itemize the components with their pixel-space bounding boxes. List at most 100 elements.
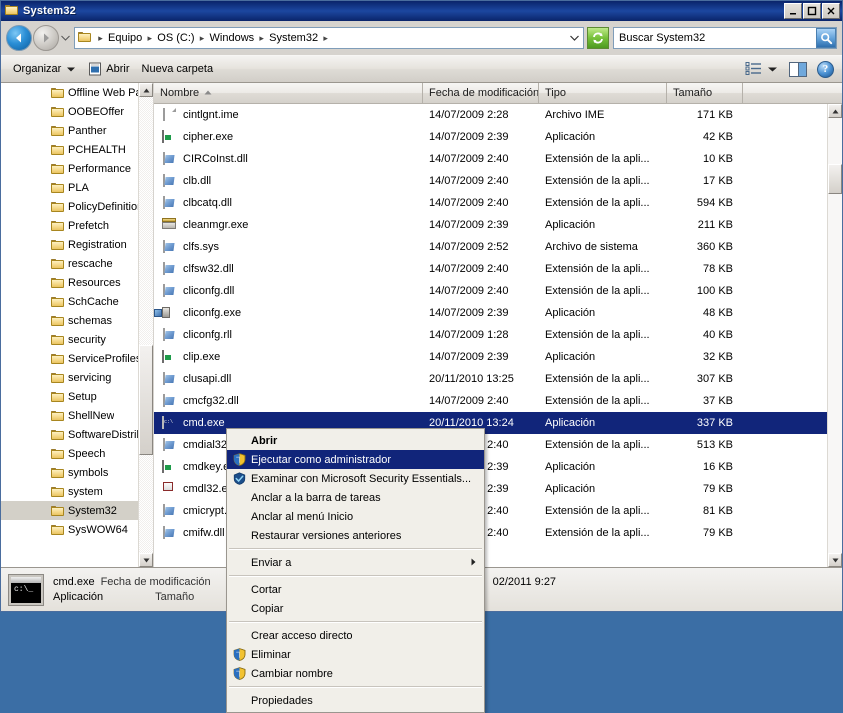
menu-item-anclar-al-men-inicio[interactable]: Anclar al menú Inicio: [227, 507, 484, 526]
dll-icon: [162, 328, 177, 343]
close-button[interactable]: [822, 3, 840, 19]
tree-item-oobeoffer[interactable]: OOBEOffer: [1, 102, 139, 121]
open-button[interactable]: Abrir: [81, 59, 135, 80]
table-row[interactable]: cliconfg.exe14/07/2009 2:39Aplicación48 …: [154, 302, 828, 324]
menu-item-restaurar-versiones-anteriores[interactable]: Restaurar versiones anteriores: [227, 526, 484, 545]
cell-date: 14/07/2009 2:39: [423, 131, 539, 143]
column-header-type[interactable]: Tipo: [539, 83, 667, 103]
tree-item-offline-web-pa[interactable]: Offline Web Pa: [1, 83, 139, 102]
menu-item-eliminar[interactable]: Eliminar: [227, 645, 484, 664]
tree-scrollbar[interactable]: [138, 83, 153, 567]
refresh-button[interactable]: [587, 27, 609, 49]
column-header-name[interactable]: Nombre: [154, 83, 423, 103]
tree-item-registration[interactable]: Registration: [1, 235, 139, 254]
table-row[interactable]: cliconfg.rll14/07/2009 1:28Extensión de …: [154, 324, 828, 346]
dll-icon: [162, 262, 177, 277]
cell-type: Aplicación: [539, 219, 667, 231]
menu-item-copiar[interactable]: Copiar: [227, 599, 484, 618]
column-header-date[interactable]: Fecha de modificación: [423, 83, 539, 103]
tree-item-security[interactable]: security: [1, 330, 139, 349]
tree-item-prefetch[interactable]: Prefetch: [1, 216, 139, 235]
address-bar[interactable]: ▸ Equipo ▸ OS (C:) ▸ Windows ▸ System32 …: [74, 27, 584, 49]
list-scrollbar[interactable]: [827, 104, 842, 567]
list-scroll-up-icon[interactable]: [828, 104, 842, 118]
preview-pane-icon[interactable]: [789, 62, 807, 77]
menu-item-examinar-con-microsoft-security-essentials[interactable]: Examinar con Microsoft Security Essentia…: [227, 469, 484, 488]
column-header-size[interactable]: Tamaño: [667, 83, 743, 103]
search-icon[interactable]: [816, 28, 836, 48]
tree-item-softwaredistrib[interactable]: SoftwareDistrib: [1, 425, 139, 444]
context-menu[interactable]: Abrir Ejecutar como administradorExaminar…: [226, 428, 485, 713]
help-icon[interactable]: ?: [817, 61, 834, 78]
table-row[interactable]: cliconfg.dll14/07/2009 2:40Extensión de …: [154, 280, 828, 302]
tree-item-setup[interactable]: Setup: [1, 387, 139, 406]
tree-item-servicing[interactable]: servicing: [1, 368, 139, 387]
table-row[interactable]: clusapi.dll20/11/2010 13:25Extensión de …: [154, 368, 828, 390]
tree-scroll-up-icon[interactable]: [139, 83, 153, 97]
tree-item-resources[interactable]: Resources: [1, 273, 139, 292]
table-row[interactable]: cmcfg32.dll14/07/2009 2:40Extensión de l…: [154, 390, 828, 412]
menu-item-crear-acceso-directo[interactable]: Crear acceso directo: [227, 626, 484, 645]
tree-item-speech[interactable]: Speech: [1, 444, 139, 463]
tree-item-policydefinition[interactable]: PolicyDefinition: [1, 197, 139, 216]
tree-item-rescache[interactable]: rescache: [1, 254, 139, 273]
list-scroll-down-icon[interactable]: [828, 553, 842, 567]
table-row[interactable]: clb.dll14/07/2009 2:40Extensión de la ap…: [154, 170, 828, 192]
tree-item-system32[interactable]: System32: [1, 501, 139, 520]
tree-item-label: PCHEALTH: [68, 144, 126, 156]
maximize-button[interactable]: [803, 3, 821, 19]
view-dropdown-icon[interactable]: [765, 67, 779, 72]
breadcrumb-separator: ▸: [320, 33, 331, 44]
menu-item-propiedades[interactable]: Propiedades: [227, 691, 484, 710]
table-row[interactable]: CIRCoInst.dll14/07/2009 2:40Extensión de…: [154, 148, 828, 170]
menu-item-anclar-a-la-barra-de-tareas[interactable]: Anclar a la barra de tareas: [227, 488, 484, 507]
tree-item-serviceprofiles[interactable]: ServiceProfiles: [1, 349, 139, 368]
cell-name: cintlgnt.ime: [154, 108, 423, 123]
minimize-button[interactable]: [784, 3, 802, 19]
list-scroll-thumb[interactable]: [828, 164, 842, 194]
table-row[interactable]: clfs.sys14/07/2009 2:52Archivo de sistem…: [154, 236, 828, 258]
tree-item-pchealth[interactable]: PCHEALTH: [1, 140, 139, 159]
table-row[interactable]: cleanmgr.exe14/07/2009 2:39Aplicación211…: [154, 214, 828, 236]
address-dropdown-icon[interactable]: [567, 33, 581, 43]
table-row[interactable]: clfsw32.dll14/07/2009 2:40Extensión de l…: [154, 258, 828, 280]
tree-item-syswow64[interactable]: SysWOW64: [1, 520, 139, 539]
tree-item-schemas[interactable]: schemas: [1, 311, 139, 330]
tree-item-label: schemas: [68, 315, 112, 327]
tree-item-system[interactable]: system: [1, 482, 139, 501]
breadcrumb-item-3[interactable]: System32: [267, 31, 320, 45]
menu-item-enviar-a[interactable]: Enviar a: [227, 553, 484, 572]
breadcrumb-item-0[interactable]: Equipo: [106, 31, 144, 45]
cell-size: 360 KB: [667, 241, 743, 253]
tree-item-label: ServiceProfiles: [68, 353, 139, 365]
new-folder-button[interactable]: Nueva carpeta: [136, 60, 220, 78]
search-box[interactable]: Buscar System32: [613, 27, 837, 49]
tree-item-performance[interactable]: Performance: [1, 159, 139, 178]
organize-button[interactable]: Organizar: [7, 60, 81, 78]
menu-item-abrir[interactable]: Abrir: [227, 431, 484, 450]
breadcrumb-item-1[interactable]: OS (C:): [155, 31, 196, 45]
forward-button[interactable]: [33, 25, 59, 51]
menu-item-cambiar-nombre[interactable]: Cambiar nombre: [227, 664, 484, 683]
tree-item-pla[interactable]: PLA: [1, 178, 139, 197]
search-input[interactable]: Buscar System32: [614, 32, 816, 44]
back-button[interactable]: [6, 25, 32, 51]
tree-item-schcache[interactable]: SchCache: [1, 292, 139, 311]
table-row[interactable]: cipher.exe14/07/2009 2:39Aplicación42 KB: [154, 126, 828, 148]
tree-item-symbols[interactable]: symbols: [1, 463, 139, 482]
table-row[interactable]: clip.exe14/07/2009 2:39Aplicación32 KB: [154, 346, 828, 368]
breadcrumb-item-2[interactable]: Windows: [208, 31, 257, 45]
folder-icon: [51, 258, 64, 269]
tree-scroll-down-icon[interactable]: [139, 553, 153, 567]
table-row[interactable]: cintlgnt.ime14/07/2009 2:28Archivo IME17…: [154, 104, 828, 126]
menu-item-cortar[interactable]: Cortar: [227, 580, 484, 599]
tree-item-panther[interactable]: Panther: [1, 121, 139, 140]
tree-item-shellnew[interactable]: ShellNew: [1, 406, 139, 425]
tree-scroll-thumb[interactable]: [139, 345, 153, 455]
desktop-background: System32: [0, 0, 843, 693]
table-row[interactable]: clbcatq.dll14/07/2009 2:40Extensión de l…: [154, 192, 828, 214]
recent-pages-button[interactable]: [59, 25, 71, 51]
menu-item-ejecutar-como-administrador[interactable]: Ejecutar como administrador: [227, 450, 484, 469]
menu-item-label: Abrir: [248, 435, 476, 447]
change-view-icon[interactable]: [745, 61, 763, 77]
